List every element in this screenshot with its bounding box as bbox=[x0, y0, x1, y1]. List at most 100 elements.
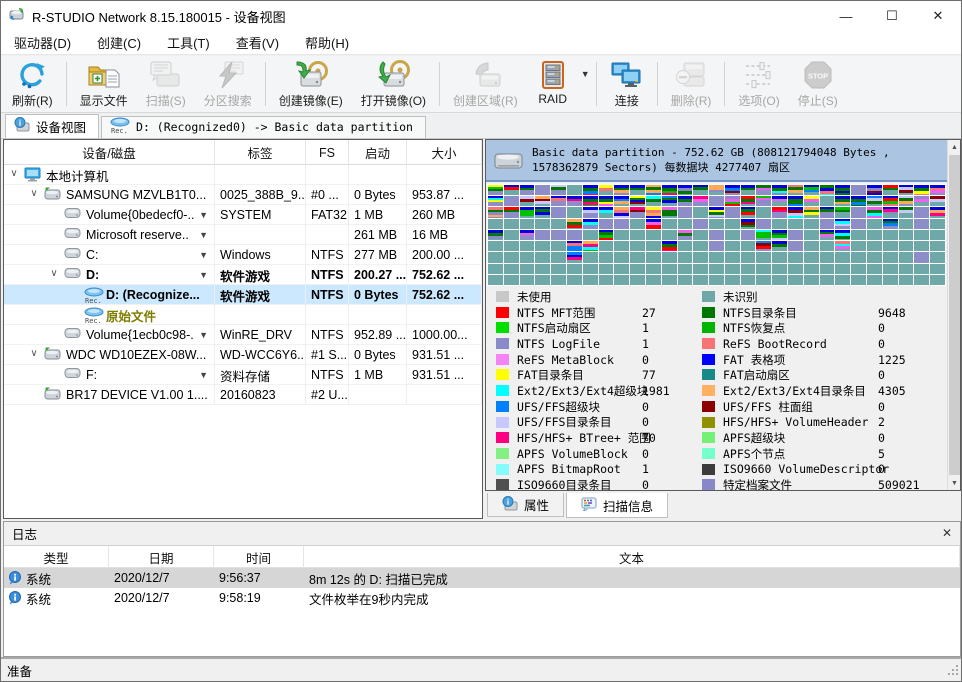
scan-scrollbar[interactable]: ▲ ▼ bbox=[947, 140, 960, 490]
table-row[interactable]: Microsoft reserve..▼261 MB16 MB bbox=[4, 225, 482, 245]
row-dropdown-icon[interactable]: ▼ bbox=[199, 365, 208, 385]
table-row[interactable]: Volume{1ecb0c98-.▼WinRE_DRVNTFS952.89 ..… bbox=[4, 325, 482, 345]
maximize-button[interactable]: ☐ bbox=[869, 1, 915, 31]
raid-dropdown-icon[interactable]: ▼ bbox=[579, 66, 592, 82]
minimize-button[interactable]: — bbox=[823, 1, 869, 31]
log-close-icon[interactable]: ✕ bbox=[942, 526, 952, 540]
map-block bbox=[930, 230, 945, 240]
legend-label: UFS/FFS超级块 bbox=[517, 399, 600, 415]
device-column-header-3[interactable]: 启动 bbox=[349, 140, 407, 165]
map-block bbox=[693, 185, 708, 195]
view-tab-1[interactable]: Rec.D: (Recognized0) -> Basic data parti… bbox=[101, 116, 426, 138]
log-row[interactable]: 系统2020/12/79:56:378m 12s 的 D: 扫描已完成 bbox=[4, 568, 960, 588]
map-block bbox=[567, 252, 582, 262]
table-row[interactable]: ∨SAMSUNG MZVLB1T0...0025_388B_9...#0 ...… bbox=[4, 185, 482, 205]
table-row[interactable]: BR17 DEVICE V1.00 1....20160823#2 U... bbox=[4, 385, 482, 405]
legend-label: 未使用 bbox=[517, 289, 552, 305]
log-panel: 日志 ✕ 类型日期时间文本 系统2020/12/79:56:378m 12s 的… bbox=[3, 521, 961, 657]
connect-button[interactable]: 连接 bbox=[601, 56, 653, 112]
scroll-up-icon[interactable]: ▲ bbox=[948, 140, 961, 154]
map-block bbox=[756, 252, 771, 262]
map-block bbox=[883, 207, 898, 217]
device-name: Microsoft reserve.. bbox=[86, 225, 189, 245]
log-column-header-1[interactable]: 日期 bbox=[109, 546, 214, 568]
refresh-button[interactable]: 刷新(R) bbox=[3, 56, 62, 112]
scan-block-map[interactable] bbox=[487, 184, 946, 286]
legend-count: 0 bbox=[878, 367, 885, 383]
map-block bbox=[709, 207, 724, 217]
scroll-down-icon[interactable]: ▼ bbox=[948, 476, 961, 490]
log-column-header-0[interactable]: 类型 bbox=[4, 546, 109, 568]
log-type: 系统 bbox=[26, 568, 106, 588]
table-row[interactable]: ∨本地计算机 bbox=[4, 165, 482, 185]
log-column-header-2[interactable]: 时间 bbox=[214, 546, 304, 568]
map-block bbox=[741, 196, 756, 206]
device-column-header-0[interactable]: 设备/磁盘 bbox=[4, 140, 215, 165]
map-block bbox=[820, 230, 835, 240]
menu-item-1[interactable]: 创建(C) bbox=[84, 31, 154, 54]
bottom-tab-1[interactable]: 扫描信息 bbox=[566, 493, 668, 518]
menu-item-3[interactable]: 查看(V) bbox=[223, 31, 292, 54]
table-row[interactable]: Rec.原始文件 bbox=[4, 305, 482, 325]
table-row[interactable]: ∨WDC WD10EZEX-08W...WD-WCC6Y6...#1 S...0… bbox=[4, 345, 482, 365]
menu-item-4[interactable]: 帮助(H) bbox=[292, 31, 362, 54]
scroll-thumb[interactable] bbox=[949, 155, 960, 475]
legend-label: UFS/FFS 柱面组 bbox=[723, 399, 813, 415]
show-files-button[interactable]: 显示文件 bbox=[71, 56, 137, 112]
map-block bbox=[614, 230, 629, 240]
map-block bbox=[583, 264, 598, 274]
menu-item-2[interactable]: 工具(T) bbox=[154, 31, 223, 54]
view-tab-0[interactable]: i设备视图 bbox=[5, 114, 99, 138]
scan-partition-text: Basic data partition - 752.62 GB (808121… bbox=[532, 146, 890, 174]
close-button[interactable]: ✕ bbox=[915, 1, 961, 31]
log-column-header-3[interactable]: 文本 bbox=[304, 546, 960, 568]
start-cell: 1 MB bbox=[349, 365, 407, 385]
expand-arrow-icon[interactable]: ∨ bbox=[28, 188, 40, 199]
legend-swatch bbox=[496, 464, 509, 475]
create-image-button[interactable]: 创建镜像(E) bbox=[270, 56, 352, 112]
map-block bbox=[504, 185, 519, 195]
map-block bbox=[678, 252, 693, 262]
open-image-button[interactable]: 打开镜像(O) bbox=[352, 56, 435, 112]
resize-grip[interactable] bbox=[947, 664, 959, 679]
info-icon: i bbox=[502, 496, 518, 514]
row-dropdown-icon[interactable]: ▼ bbox=[199, 265, 208, 285]
bottom-tab-0[interactable]: i属性 bbox=[487, 493, 564, 517]
stop-icon: STOP bbox=[802, 59, 834, 91]
table-row[interactable]: Volume{0bedecf0-..▼SYSTEMFAT321 MB260 MB bbox=[4, 205, 482, 225]
raid-button[interactable]: RAID bbox=[527, 56, 579, 112]
svg-text:Rec.: Rec. bbox=[85, 297, 102, 304]
devview-icon: i bbox=[14, 117, 30, 135]
map-block bbox=[756, 275, 771, 285]
device-column-header-4[interactable]: 大小 bbox=[407, 140, 482, 165]
expand-arrow-icon[interactable]: ∨ bbox=[28, 348, 40, 359]
map-block bbox=[551, 264, 566, 274]
row-dropdown-icon[interactable]: ▼ bbox=[199, 205, 208, 225]
map-block bbox=[630, 196, 645, 206]
device-tree-panel: 设备/磁盘标签FS启动大小 ∨本地计算机∨SAMSUNG MZVLB1T0...… bbox=[3, 139, 483, 519]
row-dropdown-icon[interactable]: ▼ bbox=[199, 225, 208, 245]
row-dropdown-icon[interactable]: ▼ bbox=[199, 245, 208, 265]
expand-arrow-icon[interactable]: ∨ bbox=[48, 268, 60, 279]
legend-label: ISO9660 VolumeDescriptor bbox=[723, 462, 889, 478]
table-row[interactable]: C:▼WindowsNTFS277 MB200.00 ... bbox=[4, 245, 482, 265]
partition-search-button: 分区搜索 bbox=[195, 56, 261, 112]
device-column-header-2[interactable]: FS bbox=[306, 140, 349, 165]
row-dropdown-icon[interactable]: ▼ bbox=[199, 325, 208, 345]
legend-item: ReFS BootRecord0 bbox=[702, 336, 948, 352]
map-block bbox=[883, 275, 898, 285]
device-column-header-1[interactable]: 标签 bbox=[215, 140, 306, 165]
table-row[interactable]: F:▼资料存储NTFS1 MB931.51 ... bbox=[4, 365, 482, 385]
map-block bbox=[488, 230, 503, 240]
map-block bbox=[520, 185, 535, 195]
map-block bbox=[725, 207, 740, 217]
table-row[interactable]: Rec.D: (Recognize...软件游戏NTFS0 Bytes752.6… bbox=[4, 285, 482, 305]
expand-arrow-icon[interactable]: ∨ bbox=[8, 168, 20, 179]
device-cell: F:▼ bbox=[4, 365, 215, 385]
table-row[interactable]: ∨D:▼软件游戏NTFS200.27 ...752.62 ... bbox=[4, 265, 482, 285]
legend-item: 未使用 bbox=[496, 289, 701, 305]
map-block bbox=[772, 219, 787, 229]
menu-item-0[interactable]: 驱动器(D) bbox=[1, 31, 84, 54]
legend-label: Ext2/Ext3/Ext4超级块 bbox=[517, 383, 648, 399]
log-row[interactable]: 系统2020/12/79:58:19文件枚举在9秒内完成 bbox=[4, 588, 960, 608]
